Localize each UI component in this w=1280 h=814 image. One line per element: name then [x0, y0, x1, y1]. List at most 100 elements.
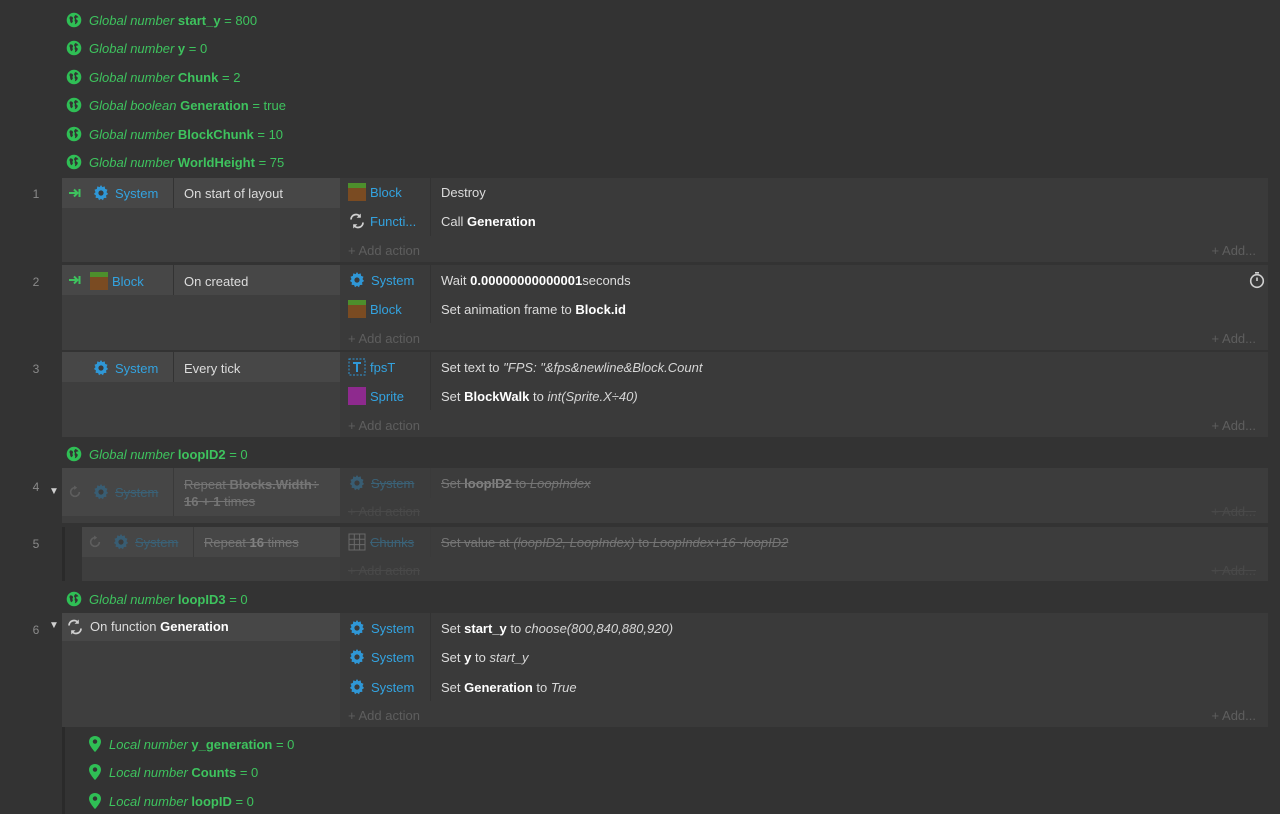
add-more-link[interactable]: + Add...	[1212, 501, 1256, 521]
globe-icon	[66, 69, 82, 85]
globe-icon	[66, 446, 82, 462]
add-action-link[interactable]: + Add action	[348, 328, 420, 348]
condition-row[interactable]: System Every tick	[62, 352, 340, 382]
var-name: y	[177, 40, 186, 56]
globe-icon	[66, 591, 82, 607]
global-var-worldheight[interactable]: Global number WorldHeight = 75	[66, 151, 284, 173]
action-text[interactable]: Set value at (loopID2, LoopIndex) to Loo…	[441, 531, 788, 553]
event-number: 3	[32, 362, 40, 376]
action-object[interactable]: fpsT	[348, 356, 395, 378]
array-grid-icon	[348, 533, 366, 551]
function-header[interactable]: On function Generation	[62, 613, 340, 641]
local-var-loopid[interactable]: Local number loopID = 0	[88, 790, 254, 812]
add-action-link[interactable]: + Add action	[348, 240, 420, 260]
global-var-loopid2[interactable]: Global number loopID2 = 0	[66, 443, 248, 465]
global-var-chunk[interactable]: Global number Chunk = 2	[66, 66, 240, 88]
add-action-link[interactable]: + Add action	[348, 415, 420, 435]
globe-icon	[66, 154, 82, 170]
action-object[interactable]: Block	[348, 181, 402, 203]
add-more-link[interactable]: + Add...	[1212, 705, 1256, 725]
condition-text[interactable]: On created	[184, 270, 248, 292]
var-prefix: Global number	[89, 69, 175, 85]
action-object[interactable]: Chunks	[348, 531, 414, 553]
condition-object[interactable]: System	[112, 531, 178, 553]
action-object[interactable]: Functi...	[348, 210, 416, 232]
condition-text[interactable]: Repeat 16 times	[204, 531, 299, 553]
condition-object[interactable]: System	[92, 481, 158, 503]
event-block-1[interactable]: System On start of layout Block Destroy …	[62, 178, 1268, 262]
condition-row[interactable]: System On start of layout	[62, 178, 340, 208]
global-var-generation[interactable]: Global boolean Generation = true	[66, 94, 286, 116]
gear-icon	[92, 483, 110, 501]
global-var-start_y[interactable]: Global number start_y = 800	[66, 9, 257, 31]
condition-object[interactable]: System	[92, 182, 158, 204]
loop-icon	[68, 485, 82, 499]
condition-text[interactable]: Every tick	[184, 357, 240, 379]
action-text[interactable]: Set BlockWalk to int(Sprite.X÷40)	[441, 385, 638, 407]
action-text[interactable]: Set animation frame to Block.id	[441, 298, 626, 320]
event-block-5[interactable]: System Repeat 16 times Chunks Set value …	[82, 527, 1268, 581]
action-object[interactable]: System	[348, 472, 414, 494]
local-var-y_generation[interactable]: Local number y_generation = 0	[88, 733, 294, 755]
block-sprite-icon	[348, 300, 366, 318]
event-block-2[interactable]: Block On created System Wait 0.000000000…	[62, 265, 1268, 350]
trigger-arrow-icon	[68, 187, 82, 199]
condition-object[interactable]: Block	[90, 270, 144, 292]
add-more-link[interactable]: + Add...	[1212, 560, 1256, 580]
event-number: 2	[32, 275, 40, 289]
action-object[interactable]: System	[348, 617, 414, 639]
action-text[interactable]: Set text to "FPS: "&fps&newline&Block.Co…	[441, 356, 702, 378]
action-text[interactable]: Set loopID2 to LoopIndex	[441, 472, 591, 494]
action-object[interactable]: Block	[348, 298, 402, 320]
block-sprite-icon	[348, 183, 366, 201]
action-object[interactable]: System	[348, 269, 414, 291]
var-value: = 0	[188, 40, 208, 56]
global-var-blockchunk[interactable]: Global number BlockChunk = 10	[66, 123, 283, 145]
add-action-link[interactable]: + Add action	[348, 705, 420, 725]
action-object[interactable]: Sprite	[348, 385, 404, 407]
action-text[interactable]: Call Generation	[441, 210, 536, 232]
condition-row[interactable]: System Repeat Blocks.Width÷ 16 + 1 times	[62, 468, 340, 516]
var-name: BlockChunk	[177, 126, 254, 142]
local-var-counts[interactable]: Local number Counts = 0	[88, 761, 258, 783]
action-text[interactable]: Set y to start_y	[441, 646, 528, 668]
action-object[interactable]: System	[348, 646, 414, 668]
add-more-link[interactable]: + Add...	[1212, 415, 1256, 435]
condition-text[interactable]: Repeat Blocks.Width÷ 16 + 1 times	[184, 476, 319, 510]
condition-row[interactable]: Block On created	[62, 265, 340, 295]
condition-text[interactable]: On start of layout	[184, 182, 283, 204]
action-text[interactable]: Set Generation to True	[441, 676, 577, 698]
gear-icon	[112, 533, 130, 551]
add-more-link[interactable]: + Add...	[1212, 240, 1256, 260]
collapse-toggle[interactable]: ▼	[49, 620, 59, 631]
event-number: 4	[32, 480, 40, 494]
text-object-icon	[348, 358, 366, 376]
add-action-link[interactable]: + Add action	[348, 560, 420, 580]
action-text[interactable]: Destroy	[441, 181, 486, 203]
action-object[interactable]: System	[348, 676, 414, 698]
function-icon	[348, 212, 366, 230]
condition-object[interactable]: System	[92, 357, 158, 379]
global-var-loopid3[interactable]: Global number loopID3 = 0	[66, 588, 248, 610]
sprite-icon	[348, 387, 366, 405]
add-more-link[interactable]: + Add...	[1212, 328, 1256, 348]
event-block-3[interactable]: System Every tick fpsT Set text to "FPS:…	[62, 352, 1268, 437]
global-var-y[interactable]: Global number y = 0	[66, 37, 207, 59]
gear-icon	[92, 184, 110, 202]
function-title[interactable]: On function Generation	[90, 615, 229, 637]
condition-row[interactable]: System Repeat 16 times	[82, 527, 340, 557]
collapse-toggle[interactable]: ▼	[49, 486, 59, 497]
add-action-link[interactable]: + Add action	[348, 501, 420, 521]
var-prefix: Global number	[89, 12, 175, 28]
var-value: = true	[252, 97, 286, 113]
function-icon	[66, 618, 84, 636]
gear-icon	[348, 619, 366, 637]
location-pin-icon	[88, 736, 102, 752]
trigger-arrow-icon	[68, 274, 82, 286]
event-number: 1	[32, 187, 40, 201]
event-block-4[interactable]: System Repeat Blocks.Width÷ 16 + 1 times…	[62, 468, 1268, 523]
action-text[interactable]: Set start_y to choose(800,840,880,920)	[441, 617, 673, 639]
event-block-6[interactable]: On function Generation System Set start_…	[62, 613, 1268, 727]
action-text[interactable]: Wait 0.00000000000001 seconds	[441, 269, 631, 291]
block-sprite-icon	[90, 272, 108, 290]
